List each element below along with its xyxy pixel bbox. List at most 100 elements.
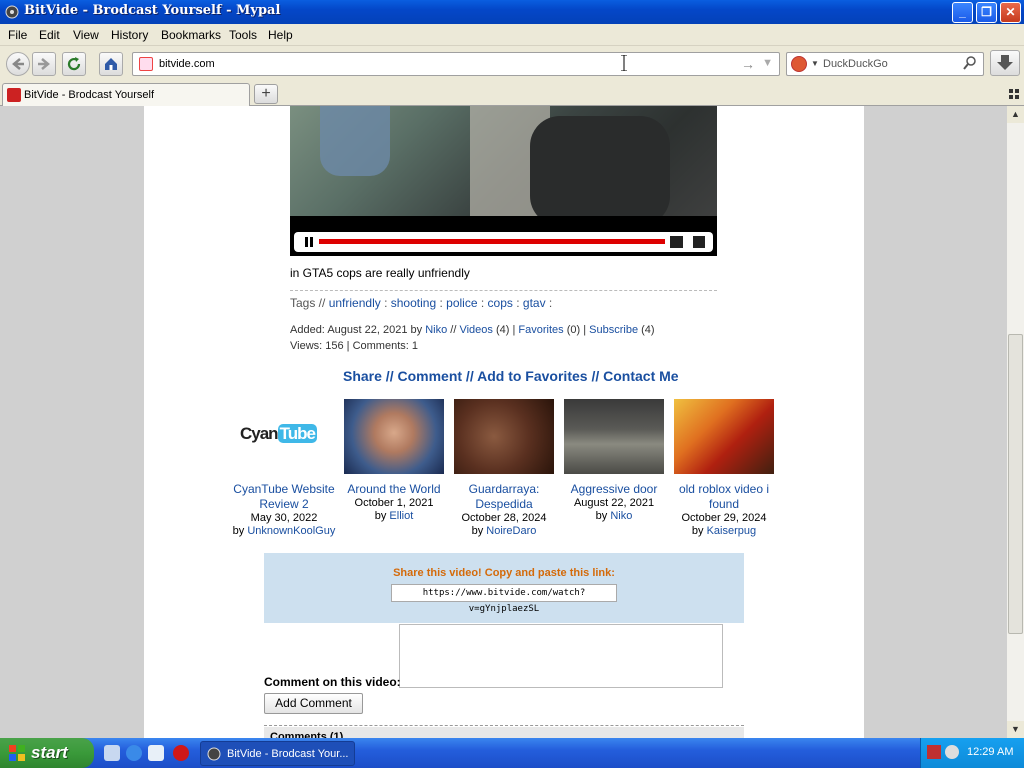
url-dropdown-icon[interactable]: ▼ (762, 57, 773, 69)
taskbar-item-label: BitVide - Brodcast Your... (227, 748, 349, 760)
related-date: October 29, 2024 (681, 512, 767, 524)
address-bar[interactable]: bitvide.com → ▼ (132, 52, 780, 76)
engine-dropdown-icon[interactable]: ▼ (811, 59, 819, 68)
related-thumbnail[interactable]: Cyan Tube (234, 399, 334, 474)
subscribe-count: (4) (641, 324, 655, 336)
tag-link[interactable]: shooting (391, 296, 436, 310)
related-date: August 22, 2021 (573, 497, 655, 509)
scroll-thumb[interactable] (1008, 334, 1023, 634)
tag-link[interactable]: gtav (523, 296, 546, 310)
search-icon[interactable] (963, 56, 977, 70)
quicklaunch-mail-icon[interactable] (148, 745, 164, 761)
fullscreen-icon[interactable] (693, 236, 705, 248)
related-thumbnail[interactable] (344, 399, 444, 474)
add-to-favorites-link[interactable]: Add to Favorites (477, 368, 587, 384)
taskbar-item-browser[interactable]: BitVide - Brodcast Your... (200, 741, 355, 766)
share-header: Share this video! Copy and paste this li… (393, 567, 615, 579)
close-button[interactable]: ✕ (1000, 2, 1021, 23)
related-title[interactable]: Around the World (339, 482, 449, 497)
related-title[interactable]: Guardarraya: Despedida (449, 482, 559, 512)
minimize-button[interactable]: _ (952, 2, 973, 23)
go-arrow-icon[interactable]: → (741, 56, 755, 72)
menu-tools[interactable]: Tools (229, 28, 257, 42)
related-video[interactable]: Around the World October 1, 2021 by Elli… (339, 399, 449, 523)
forward-button[interactable] (32, 52, 56, 76)
system-tray: 12:29 AM (920, 738, 1024, 768)
menu-file[interactable]: File (8, 28, 27, 42)
share-link-field[interactable]: https://www.bitvide.com/watch?v=gYnjplae… (391, 584, 617, 614)
vertical-scrollbar[interactable]: ▲ ▼ (1007, 106, 1024, 738)
related-thumbnail[interactable] (454, 399, 554, 474)
tags-line: Tags // unfriendly : shooting : police :… (290, 296, 553, 310)
scroll-up-icon[interactable]: ▲ (1007, 106, 1024, 123)
reload-button[interactable] (62, 52, 86, 76)
search-placeholder: DuckDuckGo (823, 58, 888, 70)
tray-volume-icon[interactable] (945, 745, 959, 759)
author-link[interactable]: Niko (425, 324, 447, 336)
home-button[interactable] (99, 52, 123, 76)
menu-edit[interactable]: Edit (39, 28, 60, 42)
menu-view[interactable]: View (73, 28, 99, 42)
contact-me-link[interactable]: Contact Me (603, 368, 678, 384)
related-title[interactable]: CyanTube Website Review 2 (229, 482, 339, 512)
start-label: start (31, 743, 68, 762)
search-bar[interactable]: ▼ DuckDuckGo (786, 52, 984, 76)
comment-textarea[interactable] (399, 624, 723, 688)
related-author[interactable]: NoireDaro (486, 525, 536, 537)
share-link[interactable]: Share (343, 368, 382, 384)
progress-bar[interactable] (319, 239, 665, 244)
cyantube-logo: Cyan Tube (240, 424, 317, 443)
duckduckgo-icon[interactable] (791, 56, 807, 72)
download-button[interactable] (990, 50, 1020, 76)
quicklaunch-ie-icon[interactable] (126, 745, 142, 761)
menu-bar: File Edit View History Bookmarks Tools H… (0, 24, 1024, 46)
favorites-link[interactable]: Favorites (518, 324, 563, 336)
control-bar (294, 232, 713, 252)
related-title[interactable]: old roblox video i found (669, 482, 779, 512)
action-links: Share // Comment // Add to Favorites // … (343, 368, 679, 384)
related-video[interactable]: old roblox video i found October 29, 202… (669, 399, 779, 538)
related-video[interactable]: Aggressive door August 22, 2021 by Niko (559, 399, 669, 523)
related-thumbnail[interactable] (564, 399, 664, 474)
quicklaunch-show-desktop-icon[interactable] (104, 745, 120, 761)
separator: // (587, 368, 604, 384)
add-comment-button[interactable]: Add Comment (264, 693, 363, 714)
menu-help[interactable]: Help (268, 28, 293, 42)
related-video[interactable]: Guardarraya: Despedida October 28, 2024 … (449, 399, 559, 538)
tab-list-icon[interactable] (1008, 88, 1020, 100)
tab-bar: BitVide - Brodcast Yourself + (0, 82, 1024, 106)
related-thumbnail[interactable] (674, 399, 774, 474)
menu-history[interactable]: History (111, 28, 148, 42)
menu-bookmarks[interactable]: Bookmarks (161, 28, 221, 42)
start-button[interactable]: start (0, 738, 94, 768)
back-button[interactable] (6, 52, 30, 76)
tag-link[interactable]: unfriendly (329, 296, 381, 310)
related-author[interactable]: UnknownKoolGuy (247, 525, 335, 537)
by-label: by (374, 510, 387, 522)
tag-link[interactable]: police (446, 296, 477, 310)
related-title[interactable]: Aggressive door (559, 482, 669, 497)
video-metadata: Added: August 22, 2021 by Niko // Videos… (290, 324, 655, 352)
maximize-button[interactable]: ❐ (976, 2, 997, 23)
windows-logo-icon (9, 745, 25, 761)
mute-icon[interactable] (670, 236, 683, 248)
subscribe-link[interactable]: Subscribe (589, 324, 638, 336)
related-video[interactable]: Cyan Tube CyanTube Website Review 2 May 3… (229, 399, 339, 538)
quicklaunch-opera-icon[interactable] (173, 745, 189, 761)
pause-icon[interactable] (305, 237, 313, 247)
new-tab-button[interactable]: + (254, 84, 278, 104)
videos-link[interactable]: Videos (459, 324, 492, 336)
related-author[interactable]: Elliot (389, 510, 413, 522)
comment-link[interactable]: Comment (397, 368, 462, 384)
related-author[interactable]: Niko (610, 510, 632, 522)
tag-link[interactable]: cops (488, 296, 513, 310)
related-author[interactable]: Kaiserpug (707, 525, 757, 537)
window-title: BitVide - Brodcast Yourself - Mypal (24, 3, 281, 18)
by-label: by (232, 525, 245, 537)
tray-network-icon[interactable] (927, 745, 941, 759)
back-arrow-icon (12, 58, 24, 70)
tab-bitvide[interactable]: BitVide - Brodcast Yourself (2, 83, 250, 106)
scroll-down-icon[interactable]: ▼ (1007, 721, 1024, 738)
site-favicon (139, 57, 153, 71)
video-controls (290, 216, 717, 256)
